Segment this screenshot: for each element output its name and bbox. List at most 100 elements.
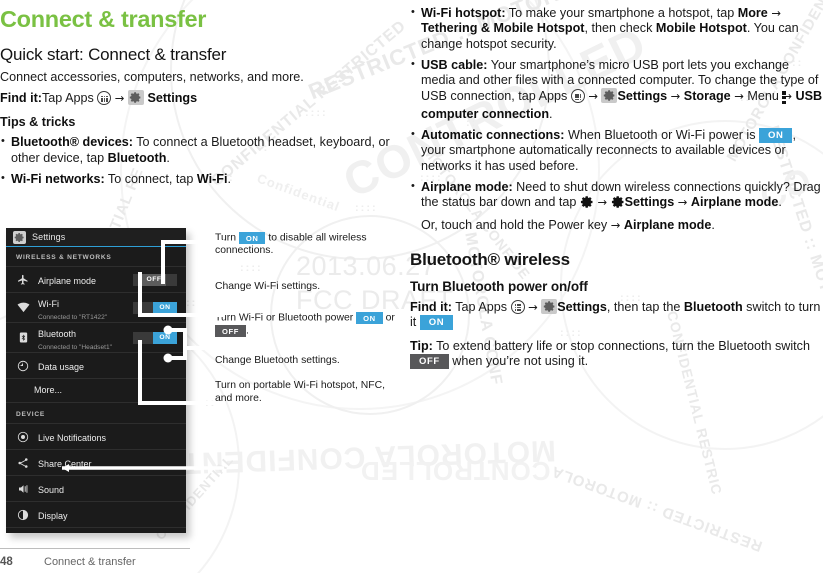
callout-text: Change Wi-Fi settings. [215, 281, 321, 292]
status-badge-off: OFF [410, 354, 449, 370]
find-it-label: Find it: [410, 299, 452, 314]
row-label: Display [38, 510, 68, 521]
list-item: Bluetooth® devices: To connect a Bluetoo… [0, 134, 400, 166]
settings-row-text: Storage [38, 532, 186, 534]
tip-body: When Bluetooth or Wi-Fi power is [564, 128, 760, 143]
intro-paragraph: Connect accessories, computers, networks… [0, 70, 304, 84]
find-it-mid: , then tap the [606, 299, 684, 314]
apps-grid-icon [570, 89, 585, 104]
tip-term: Bluetooth® devices: [11, 135, 133, 150]
right-tips-list: Wi-Fi hotspot: To make your smartphone a… [410, 5, 823, 211]
tip-label: Tip: [410, 339, 433, 354]
tips-heading: Tips & tricks [0, 115, 76, 130]
list-item: Automatic connections: When Bluetooth or… [410, 127, 823, 174]
tip-term: Automatic connections: [421, 128, 565, 143]
display-icon [15, 507, 31, 523]
callout-bluetooth-settings: Change Bluetooth settings. [215, 355, 395, 368]
tip-term: USB cable: [421, 57, 488, 72]
tip-bold: Mobile Hotspot [655, 21, 747, 36]
tip-tail: . [778, 195, 782, 210]
left-tips-list: Bluetooth® devices: To connect a Bluetoo… [0, 134, 400, 187]
gear-icon [601, 88, 618, 104]
gear-icon [611, 195, 625, 209]
tip-body: To make your smartphone a hotspot, tap [505, 6, 738, 20]
arrow-glyph: → [677, 195, 688, 210]
apps-grid-icon [510, 299, 525, 314]
tip-menu-word: Menu [747, 89, 779, 104]
bluetooth-tip: Tip: To extend battery life or stop conn… [410, 339, 823, 370]
settings-row-storage[interactable]: Storage [6, 527, 186, 533]
list-item: Airplane mode: Need to shut down wireles… [410, 179, 823, 211]
bluetooth-subsection-title: Turn Bluetooth power on/off [410, 278, 588, 294]
tip-bold: Settings [617, 89, 668, 104]
tip-tail: . [227, 172, 232, 186]
arrow-glyph: → [528, 299, 538, 314]
arrow-glyph: → [771, 6, 781, 20]
tip-bold: More [737, 6, 768, 20]
tip-body: To extend battery life or stop connectio… [432, 339, 810, 354]
tip-bold: Storage [683, 89, 731, 104]
or-text: Or, touch and hold the Power key [421, 217, 611, 232]
footer-section-name: Connect & transfer [44, 556, 136, 568]
arrow-glyph: → [114, 91, 125, 106]
manual-page: RESTRICTED :: MOTOR CONFIDENTIAL RESTRIC… [0, 0, 823, 573]
settings-word: Settings [147, 91, 198, 106]
tip-bold: Airplane mode [690, 195, 779, 210]
page-title: Connect & transfer [0, 6, 207, 32]
callout-power-switches: Turn Wi-Fi or Bluetooth power ON or OFF. [215, 312, 395, 338]
page-footer: 48 Connect & transfer [0, 548, 400, 568]
or-power-key-line: Or, touch and hold the Power key → Airpl… [421, 218, 823, 233]
list-item: Wi-Fi hotspot: To make your smartphone a… [410, 5, 823, 52]
find-it-label: Find it: [0, 91, 42, 106]
tip-bold: Wi-Fi [196, 172, 228, 186]
settings-row-display[interactable]: Display [6, 501, 186, 527]
callout-text-mid: or [382, 312, 395, 324]
callout-more: Turn on portable Wi-Fi hotspot, NFC, and… [215, 380, 395, 405]
status-badge-on: ON [419, 314, 454, 330]
left-column: Connect & transfer Quick start: Connect … [0, 0, 400, 187]
arrow-glyph: → [610, 217, 621, 232]
gear-icon [541, 298, 558, 314]
callout-text: Change Bluetooth settings. [215, 355, 340, 366]
status-badge-on: ON [356, 312, 383, 324]
tip-bold: Tethering & Mobile Hotspot [421, 21, 585, 36]
arrow-glyph: → [597, 195, 608, 210]
callout-wifi-settings: Change Wi-Fi settings. [215, 281, 395, 294]
footer-divider [0, 548, 190, 549]
settings-row-text: Display [38, 506, 186, 524]
tip-tail: . [166, 150, 170, 165]
callout-text: Turn on portable Wi-Fi hotspot, NFC, and… [215, 380, 385, 404]
tip-tail: when you’re not using it. [448, 354, 589, 369]
tip-term: Airplane mode: [421, 179, 513, 194]
bluetooth-word: Bluetooth [683, 299, 743, 314]
find-it-body: Tap Apps [451, 299, 511, 314]
settings-word: Settings [557, 299, 607, 314]
arrow-glyph: → [588, 89, 598, 104]
or-tail: . [711, 217, 715, 232]
tip-body: To connect, tap [104, 172, 197, 186]
list-item: USB cable: Your smartphone’s micro USB p… [410, 57, 823, 122]
arrow-glyph: → [734, 89, 744, 104]
find-it-tap: Tap Apps [41, 91, 94, 106]
right-column: Wi-Fi hotspot: To make your smartphone a… [410, 0, 823, 370]
storage-icon [15, 533, 31, 534]
arrow-glyph: → [670, 89, 681, 104]
section-title: Quick start: Connect & transfer [0, 45, 227, 64]
tip-term: Wi-Fi hotspot: [421, 6, 506, 20]
callout-text: Turn Wi-Fi or Bluetooth power [215, 312, 357, 324]
gear-icon [127, 90, 144, 106]
status-badge-on: ON [238, 232, 266, 244]
callout-airplane: Turn ON to disable all wireless connecti… [215, 232, 395, 258]
tip-bold: Settings [624, 195, 675, 210]
tip-bold: Bluetooth [107, 150, 167, 165]
gear-icon [580, 195, 594, 209]
or-bold: Airplane mode [623, 217, 712, 232]
tip-body-2: , then check [584, 21, 656, 36]
bluetooth-section-title: Bluetooth® wireless [410, 249, 570, 269]
page-number: 48 [0, 556, 13, 568]
status-badge-on: ON [759, 128, 793, 144]
tip-term: Wi-Fi networks: [11, 172, 105, 186]
callout-text-tail: . [245, 325, 249, 337]
list-item: Wi-Fi networks: To connect, tap Wi-Fi. [0, 171, 400, 187]
tip-tail: . [549, 106, 553, 121]
